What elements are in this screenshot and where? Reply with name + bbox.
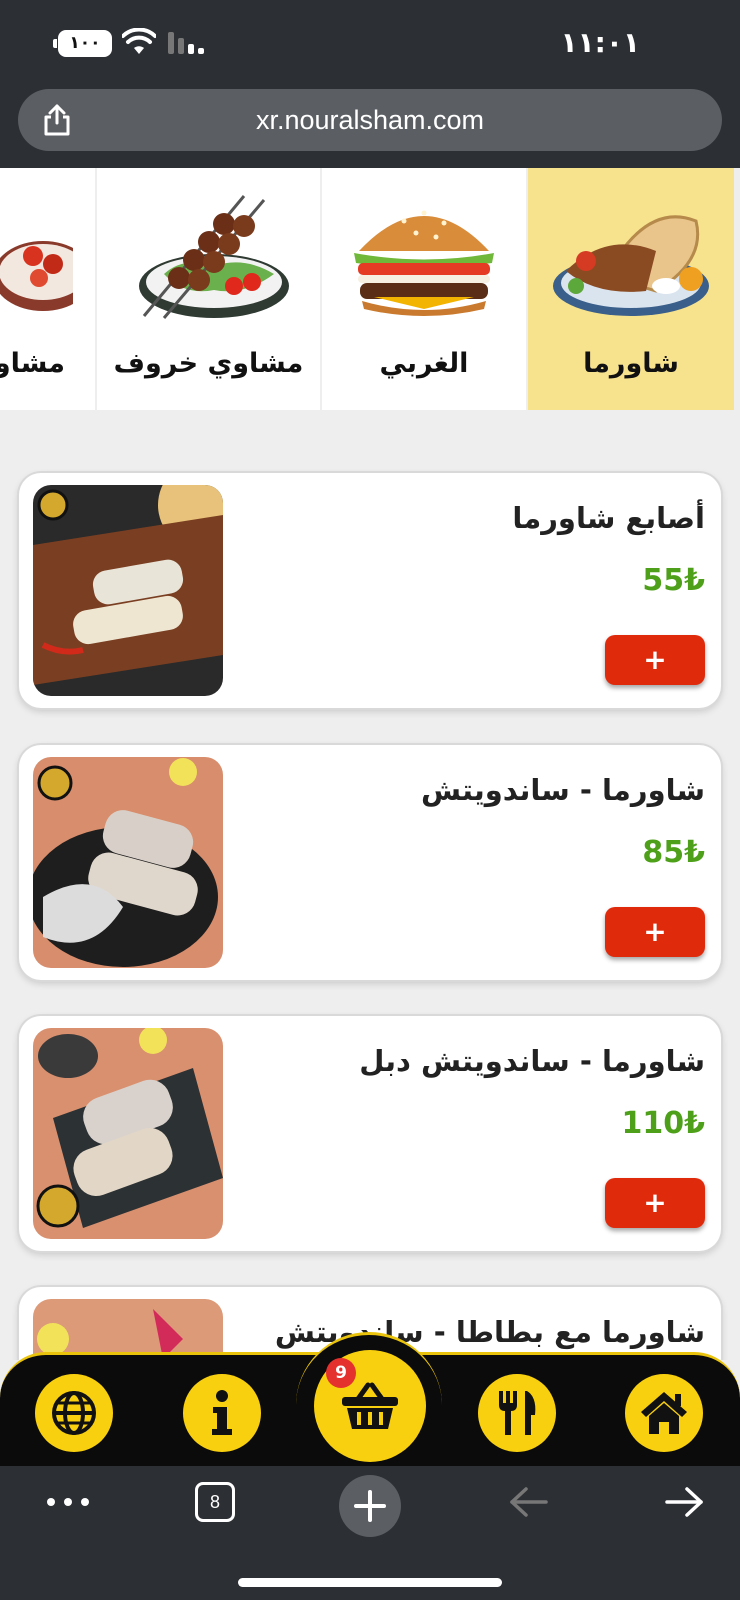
home-indicator: [238, 1578, 502, 1587]
category-label: الغربي: [379, 348, 469, 379]
add-to-cart-button[interactable]: +: [605, 1178, 705, 1228]
category-label: مشاوي خروف: [113, 348, 304, 379]
forward-button[interactable]: [662, 1466, 708, 1538]
more-dots-icon: [47, 1498, 89, 1506]
battery-indicator: ١٠٠: [53, 30, 112, 57]
burger-image: [322, 186, 526, 326]
wifi-icon: [122, 28, 156, 54]
category-shawarma[interactable]: شاورما: [528, 168, 734, 410]
category-carousel[interactable]: شاورما الغربي مشاوي خروف مشاو: [0, 168, 740, 410]
tabs-count: 8: [195, 1482, 235, 1522]
address-bar[interactable]: xr.nouralsham.com: [18, 89, 722, 151]
product-image: [33, 1299, 223, 1360]
menu-button[interactable]: [478, 1374, 556, 1452]
info-icon: [212, 1390, 232, 1435]
product-price: 110₺: [621, 1106, 706, 1141]
browser-top-chrome: ١٠٠ ١١:٠١ xr.nouralsham.com: [0, 0, 740, 168]
shawarma-image: [528, 186, 734, 326]
status-bar: ١٠٠ ١١:٠١: [0, 0, 740, 85]
product-card[interactable]: شاورما - ساندويتش دبل 110₺ +: [19, 1016, 721, 1251]
product-price: 55₺: [642, 563, 705, 598]
url-text: xr.nouralsham.com: [255, 105, 485, 135]
category-label: شاورما: [583, 348, 679, 379]
category-lamb-grills[interactable]: مشاوي خروف: [97, 168, 320, 410]
category-western[interactable]: الغربي: [322, 168, 526, 410]
fork-knife-icon: [499, 1391, 536, 1435]
new-tab-button[interactable]: [339, 1466, 401, 1546]
product-image: [33, 1028, 223, 1239]
lamb-skewers-image: [97, 186, 320, 326]
product-name: شاورما - ساندويتش: [421, 773, 705, 807]
cart-count-badge: 9: [326, 1358, 356, 1388]
category-label: مشاوي: [0, 348, 65, 379]
home-icon: [641, 1392, 687, 1434]
tabs-button[interactable]: 8: [192, 1466, 238, 1538]
product-image: [33, 485, 223, 696]
product-list[interactable]: أصابع شاورما 55₺ + شاورما - ساندويتش 85₺…: [0, 410, 740, 1360]
product-name: شاورما - ساندويتش دبل: [359, 1044, 705, 1078]
product-card[interactable]: أصابع شاورما 55₺ +: [19, 473, 721, 708]
info-button[interactable]: [183, 1374, 261, 1452]
category-grills[interactable]: مشاوي: [0, 168, 95, 410]
back-button[interactable]: [505, 1466, 551, 1538]
product-image: [33, 757, 223, 968]
more-button[interactable]: [40, 1466, 96, 1538]
arrow-left-icon: [510, 1487, 548, 1517]
product-name: أصابع شاورما: [512, 501, 705, 535]
add-to-cart-button[interactable]: +: [605, 907, 705, 957]
home-button[interactable]: [625, 1374, 703, 1452]
add-to-cart-button[interactable]: +: [605, 635, 705, 685]
cellular-signal-icon: [168, 32, 204, 54]
arrow-right-icon: [665, 1487, 703, 1517]
grills-image: [0, 186, 95, 326]
product-card[interactable]: شاورما - ساندويتش 85₺ +: [19, 745, 721, 980]
plus-icon: [339, 1475, 401, 1537]
basket-icon: [342, 1382, 398, 1429]
status-time: ١١:٠١: [560, 26, 640, 59]
product-price: 85₺: [642, 835, 705, 870]
language-button[interactable]: [35, 1374, 113, 1452]
globe-icon: [52, 1391, 96, 1435]
